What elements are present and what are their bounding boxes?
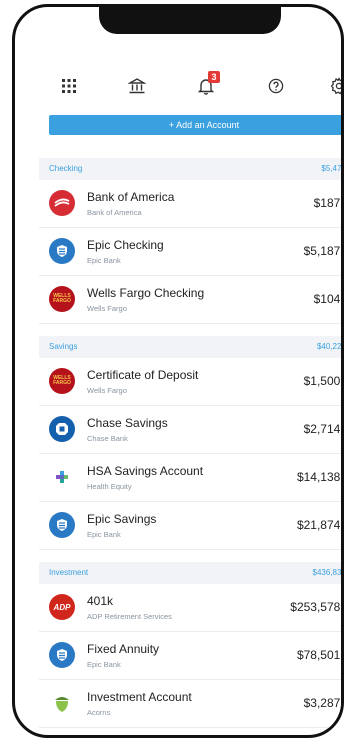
section-header-checking: Checking $5,478.91: [39, 158, 342, 180]
adp-logo-icon: ADP: [49, 594, 75, 620]
section-label: Savings: [49, 342, 78, 351]
account-institution: Health Equity: [87, 482, 132, 491]
section-header-investment: Investment $436,831.70: [39, 562, 342, 584]
account-institution: ADP Retirement Services: [87, 612, 172, 621]
account-balance: $78,501.00: [296, 648, 344, 662]
logo-text: WELLS FARGO: [53, 375, 71, 386]
account-row[interactable]: HSA Savings Account Health Equity $14,138.…: [39, 454, 344, 502]
settings-gear-icon[interactable]: [324, 69, 341, 103]
logo-text: ADP: [53, 602, 71, 612]
account-name: Investment Account: [87, 690, 192, 704]
account-balance: $14,138.84: [296, 470, 344, 484]
bank-icon[interactable]: [122, 69, 152, 103]
account-row[interactable]: Chase Savings Chase Bank $2,714.26: [39, 406, 344, 454]
account-row[interactable]: ADP 401k ADP Retirement Services $253,578.0…: [39, 584, 344, 632]
epic-bank-logo-icon: [49, 238, 75, 264]
add-account-button[interactable]: + Add an Account: [49, 115, 341, 135]
account-name: Epic Savings: [87, 512, 157, 526]
account-row[interactable]: Bank of America Bank of America $187.34: [39, 180, 344, 228]
section-label: Checking: [49, 164, 83, 173]
section-label: Investment: [49, 568, 89, 577]
account-institution: Bank of America: [87, 208, 142, 217]
account-name: Chase Savings: [87, 416, 168, 430]
account-row[interactable]: Fixed Annuity Epic Bank $78,501.00: [39, 632, 344, 680]
account-row[interactable]: Epic Savings Epic Bank $21,874.70: [39, 502, 344, 550]
notifications-badge: 3: [208, 71, 220, 83]
help-icon[interactable]: [261, 69, 291, 103]
acorns-logo-icon: [49, 690, 75, 716]
account-name: Fixed Annuity: [87, 642, 160, 656]
wells-fargo-logo-icon: WELLS FARGO: [49, 368, 75, 394]
account-name: Epic Checking: [87, 238, 164, 252]
account-institution: Epic Bank: [87, 256, 121, 265]
account-balance: $2,714.26: [303, 422, 344, 436]
section-total: $436,831.70: [312, 568, 342, 577]
account-institution: Chase Bank: [87, 434, 128, 443]
account-name: HSA Savings Account: [87, 464, 204, 478]
account-balance: $253,578.00: [290, 600, 344, 614]
epic-bank-logo-icon: [49, 642, 75, 668]
account-institution: Epic Bank: [87, 660, 121, 669]
account-balance: $5,187.24: [303, 244, 344, 258]
account-institution: Acorns: [87, 708, 111, 717]
account-balance: $104.33: [313, 292, 344, 306]
bank-of-america-logo-icon: [49, 190, 75, 216]
account-balance: $1,500.00: [303, 374, 344, 388]
apps-grid-icon[interactable]: [54, 69, 84, 103]
account-balance: $21,874.70: [296, 518, 344, 532]
account-balance: $3,287.78: [303, 696, 344, 710]
section-total: $40,227.80: [316, 342, 342, 351]
account-row[interactable]: WELLS FARGO Wells Fargo Checking Wells Far…: [39, 276, 344, 324]
epic-bank-logo-icon: [49, 512, 75, 538]
phone-frame: 3 + Add an Account Checking$5,478: [12, 4, 344, 738]
wells-fargo-logo-icon: WELLS FARGO: [49, 286, 75, 312]
app-screen: 3 + Add an Account Checking$5,478: [25, 7, 341, 735]
health-equity-logo-icon: [49, 464, 75, 490]
account-name: 401k: [87, 594, 114, 608]
account-row[interactable]: Epic Checking Epic Bank $5,187.24: [39, 228, 344, 276]
section-total: $5,478.91: [321, 164, 342, 173]
top-toolbar: 3: [25, 69, 341, 103]
account-institution: Wells Fargo: [87, 386, 127, 395]
account-row[interactable]: WELLS FARGO Certificate of Deposit Wells F…: [39, 358, 344, 406]
account-name: Bank of America: [87, 190, 175, 204]
account-name: Wells Fargo Checking: [87, 286, 205, 300]
account-name: Certificate of Deposit: [87, 368, 199, 382]
chase-logo-icon: [49, 416, 75, 442]
account-row[interactable]: Investment Account Acorns $3,287.78: [39, 680, 344, 728]
account-institution: Epic Bank: [87, 530, 121, 539]
account-institution: Wells Fargo: [87, 304, 127, 313]
section-header-savings: Savings $40,227.80: [39, 336, 342, 358]
notifications-bell-icon[interactable]: 3: [191, 69, 221, 103]
account-balance: $187.34: [313, 196, 344, 210]
logo-text: WELLS FARGO: [53, 293, 71, 304]
